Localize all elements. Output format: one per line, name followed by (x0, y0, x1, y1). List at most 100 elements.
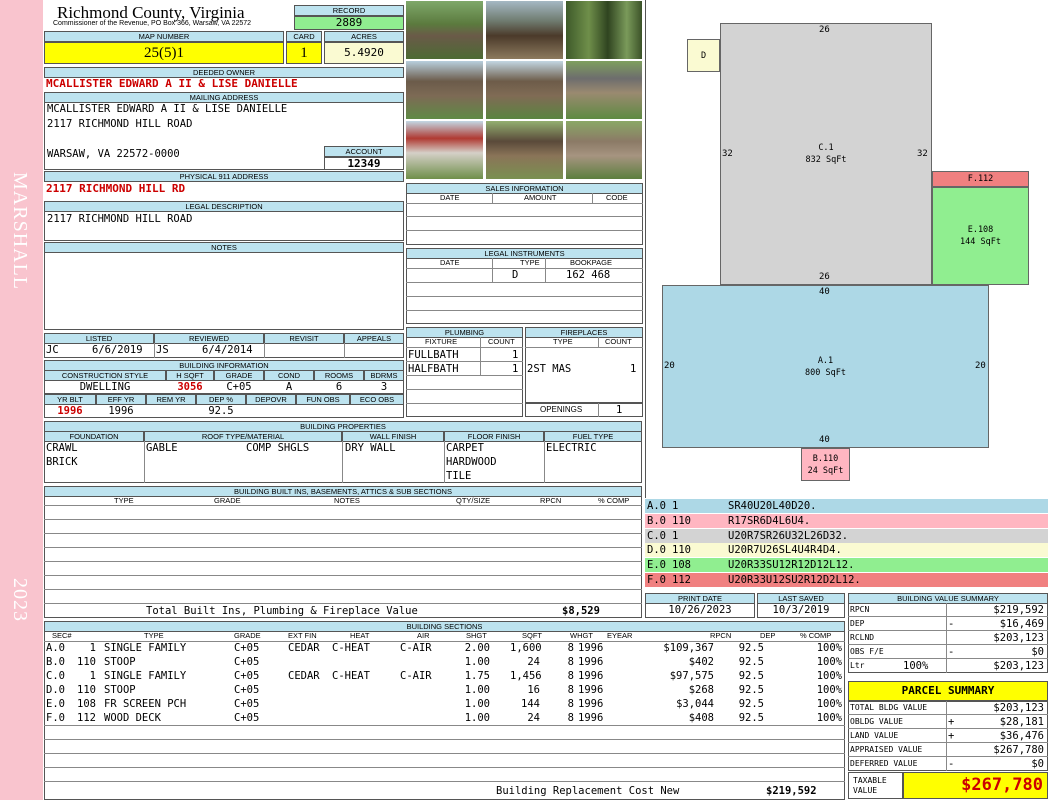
divider (480, 337, 481, 375)
builtins-type-header: TYPE (114, 496, 134, 505)
roof-type: GABLE (146, 442, 178, 454)
vector-code: 110 (672, 514, 691, 527)
value-row-rpcn: RPCN $219,592 (848, 603, 1048, 617)
divider (44, 739, 845, 740)
sketch-section-b: B.110 24 SqFt (801, 448, 850, 481)
plumbing-count-1: 1 (512, 349, 519, 361)
taxable-label-2: VALUE (853, 786, 878, 795)
divider (946, 701, 947, 771)
vector-code: 1 (672, 529, 679, 542)
photo-red-carport[interactable] (405, 120, 484, 180)
sketch-f-label: F.112 (967, 174, 994, 184)
sales-date-header: DATE (440, 193, 460, 202)
last-saved: 10/3/2019 (757, 603, 845, 618)
builtins-total-value: $8,529 (562, 605, 600, 617)
table-row[interactable] (44, 655, 845, 669)
photo-log-shed[interactable] (485, 120, 564, 180)
builtins-comp-header: % COMP (598, 496, 630, 505)
fuel-type: ELECTRIC (546, 442, 597, 454)
divider (44, 589, 642, 590)
record-number: 2889 (294, 16, 404, 30)
reviewed-date: 6/4/2014 (202, 344, 253, 356)
vector-code: 112 (672, 574, 691, 586)
dim-c-bottom: 26 (819, 272, 830, 282)
col-air: AIR (417, 631, 430, 640)
replacement-cost-label: Building Replacement Cost New (496, 785, 680, 797)
appraised-value: $267,780 (993, 744, 1044, 756)
dim-a-left: 20 (664, 361, 675, 371)
photo-house-front[interactable] (405, 0, 484, 60)
plumbing-fixture-1: FULLBATH (408, 349, 459, 361)
vector-vec: U20R7SR26U32L26D32. (728, 529, 849, 542)
vector-row: F.0 112 U20R33U12SU2R12D2L12. (645, 573, 1048, 587)
mailing-line-2: 2117 RICHMOND HILL ROAD (47, 118, 193, 130)
rclnd-value: $203,123 (993, 632, 1044, 644)
parcel-row-appraised: APPRAISED VALUE $267,780 (848, 743, 1048, 757)
divider (598, 403, 599, 417)
instr-type: D (512, 269, 519, 281)
dep-value: $16,469 (999, 618, 1044, 630)
divider (946, 603, 947, 673)
col-shgt: SHGT (466, 631, 487, 640)
floor-finish-2: HARDWOOD (446, 456, 497, 468)
divider (44, 519, 642, 520)
side-year: 2023 (9, 578, 31, 622)
divider (406, 282, 643, 283)
sales-code-header: CODE (606, 193, 628, 202)
divider (44, 547, 642, 548)
bldg-value: $203,123 (993, 702, 1044, 714)
instr-type-header: TYPE (520, 258, 540, 267)
table-row[interactable] (44, 697, 845, 711)
sales-amount-header: AMOUNT (524, 193, 557, 202)
parcel-summary-title: PARCEL SUMMARY (848, 681, 1048, 701)
table-row[interactable] (44, 711, 845, 725)
sketch-e-area: 144 SqFt (960, 237, 1001, 247)
construction-style: DWELLING (79, 381, 131, 393)
card-header: CARD (286, 31, 322, 42)
photo-house-rear[interactable] (485, 60, 564, 120)
table-row[interactable] (44, 669, 845, 683)
depreciation-pct: 92.5 (208, 405, 234, 417)
taxable-value: $267,780 (903, 772, 1048, 799)
sketch-section-d: D (687, 39, 720, 72)
sketch-b-label: B.110 (812, 453, 839, 464)
sketch-section-c: C.1 832 SqFt (720, 23, 932, 285)
divider (264, 343, 265, 358)
vector-sec: B.0 (647, 514, 666, 527)
sketch-a-label: A.1 (817, 355, 834, 366)
rpcn-value: $219,592 (993, 604, 1044, 616)
builtins-grade-header: GRADE (214, 496, 241, 505)
vector-row: C.0 1 U20R7SR26U32L26D32. (645, 528, 1048, 543)
divider (406, 310, 643, 311)
table-row[interactable] (44, 683, 845, 697)
ltr-label: Ltr (850, 661, 865, 670)
col-sec: SEC# (52, 631, 72, 640)
listed-date: 6/6/2019 (92, 344, 143, 356)
plumbing-fixture-header: FIXTURE (425, 337, 458, 346)
dim-c-top: 26 (819, 25, 830, 35)
divider (344, 343, 345, 358)
side-bar (0, 0, 43, 800)
physical-address-header: PHYSICAL 911 ADDRESS (44, 171, 404, 182)
vector-code: 108 (672, 559, 691, 572)
legal-description: 2117 RICHMOND HILL ROAD (47, 213, 193, 225)
bdrms-value: 3 (380, 381, 388, 393)
divider (545, 258, 546, 282)
table-row[interactable] (44, 641, 845, 655)
photo-house-side[interactable] (405, 60, 484, 120)
dep-label: DEP (850, 619, 865, 628)
sketch-c-label: C.1 (818, 143, 834, 153)
sketch-section-e: E.108 144 SqFt (932, 187, 1029, 285)
photo-porch-shed[interactable] (565, 120, 643, 180)
photo-house-corner[interactable] (565, 60, 643, 120)
sketch-b-area: 24 SqFt (807, 465, 844, 476)
divider (342, 441, 343, 483)
builtins-notes-header: NOTES (334, 496, 360, 505)
photo-wooded-lot[interactable] (565, 0, 643, 60)
divider (406, 403, 523, 404)
foundation-2: BRICK (46, 456, 78, 468)
photo-open-carport[interactable] (485, 0, 564, 60)
vector-vec: SR40U20L40D20. (728, 500, 817, 512)
vector-vec: R17SR6D4L6U4. (728, 514, 811, 527)
vector-sec: F.0 (647, 574, 666, 586)
